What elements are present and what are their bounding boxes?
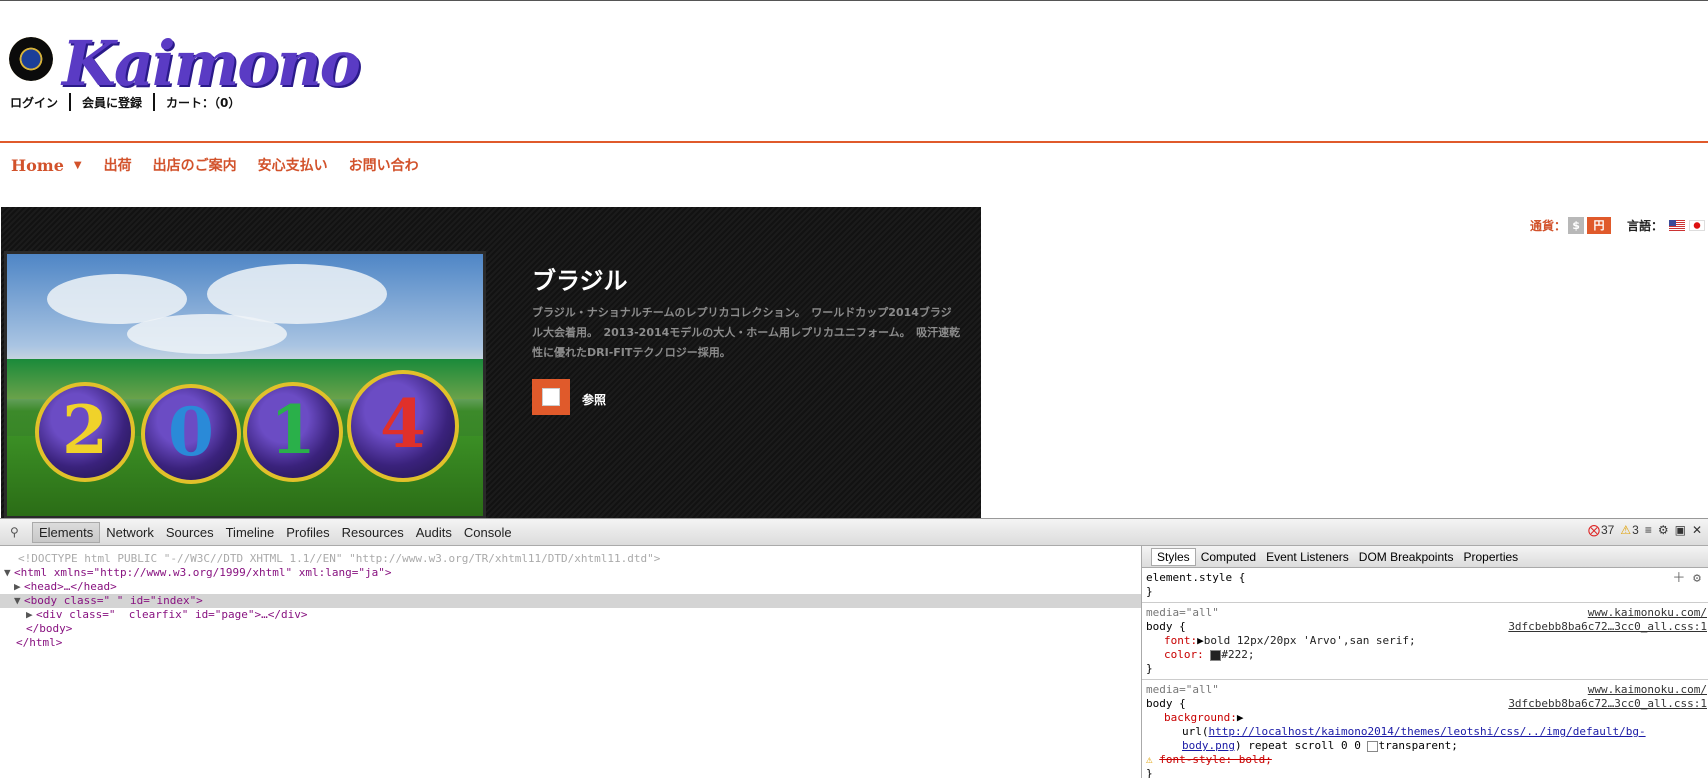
currency-dollar-button[interactable]: $ <box>1568 217 1585 234</box>
ball-4: 4 <box>347 370 459 482</box>
inter-logo-icon[interactable] <box>9 37 53 81</box>
browse-label[interactable]: 参照 <box>582 391 606 408</box>
rule-body-background[interactable]: media="all" www.kaimonoku.com/ body {3dfc… <box>1142 680 1708 778</box>
top-links: ログイン 会員に登録 カート：（0） <box>10 93 251 111</box>
dom-line-html-close[interactable]: </html> <box>0 636 1141 650</box>
nav-item-contact[interactable]: お問い合わ <box>349 155 419 175</box>
chevron-down-icon[interactable]: ▼ <box>74 160 82 171</box>
devtools-toolbar: ⚲ Elements Network Sources Timeline Prof… <box>0 519 1708 546</box>
tab-properties[interactable]: Properties <box>1458 549 1523 565</box>
language-selector: 言語： <box>1627 217 1706 234</box>
dock-icon[interactable]: ▣ <box>1675 523 1686 537</box>
dom-line-html[interactable]: ▼ <html xmlns="http://www.w3.org/1999/xht… <box>0 566 1141 580</box>
us-flag-icon[interactable] <box>1669 220 1686 231</box>
rule-body-font[interactable]: media="all" www.kaimonoku.com/ body {3dfc… <box>1142 603 1708 680</box>
japan-flag-icon[interactable] <box>1689 220 1706 231</box>
site-logo[interactable]: Kaimono <box>62 27 361 100</box>
currency-yen-button[interactable]: 円 <box>1587 217 1612 234</box>
rule-element-style[interactable]: ＋ ⚙ element.style { } <box>1142 568 1708 603</box>
banner-title: ブラジル <box>532 267 628 295</box>
banner-description: ブラジル・ナショナルチームのレプリカコレクション。 ワールドカップ2014ブラジ… <box>532 306 961 359</box>
source-link[interactable]: www.kaimonoku.com/ <box>1588 606 1707 620</box>
tab-profiles[interactable]: Profiles <box>280 523 335 542</box>
browse-button[interactable] <box>532 379 570 415</box>
source-file-link[interactable]: 3dfcbebb8ba6c72…3cc0_all.css:1 <box>1508 697 1707 711</box>
nav-item-secure-payment[interactable]: 安心支払い <box>258 155 328 175</box>
language-label: 言語： <box>1627 219 1664 233</box>
header-rule <box>0 141 1708 143</box>
cart-link[interactable]: カート：（0） <box>155 94 251 111</box>
close-icon[interactable]: ✕ <box>1692 523 1702 537</box>
gear-icon[interactable]: ⚙ <box>1658 523 1669 537</box>
login-link[interactable]: ログイン <box>10 94 69 111</box>
styles-tabs: Styles Computed Event Listeners DOM Brea… <box>1142 546 1708 568</box>
warning-icon: ⚠ <box>1146 753 1153 766</box>
tab-sources[interactable]: Sources <box>160 523 220 542</box>
ball-2: 2 <box>35 382 135 482</box>
error-icon[interactable]: ⨂ <box>1588 523 1600 537</box>
add-rule-icon[interactable]: ＋ ⚙ <box>1672 572 1701 586</box>
tab-resources[interactable]: Resources <box>336 523 410 542</box>
source-link[interactable]: www.kaimonoku.com/ <box>1588 683 1707 697</box>
search-icon[interactable]: ⚲ <box>10 525 24 539</box>
dom-line-body-close[interactable]: </body> <box>0 622 1141 636</box>
dom-line-head[interactable]: ▶ <head>…</head> <box>0 580 1141 594</box>
main-nav: Home ▼ 出荷 出店のご案内 安心支払い お問い合わ <box>11 155 440 175</box>
hero-banner: 2 0 1 4 ブラジル ブラジル・ナショナルチームのレプリカコレクション。 ワ… <box>1 207 981 519</box>
nav-item-store-guide[interactable]: 出店のご案内 <box>153 155 237 175</box>
tab-audits[interactable]: Audits <box>410 523 458 542</box>
error-count[interactable]: 37 <box>1601 523 1614 537</box>
dom-line-div-page[interactable]: ▶ <div class=" clearfix" id="page">…</div… <box>0 608 1141 622</box>
broken-image-icon <box>542 388 560 406</box>
register-link[interactable]: 会員に登録 <box>71 94 153 111</box>
tab-computed[interactable]: Computed <box>1196 549 1261 565</box>
devtools-panel: ⚲ Elements Network Sources Timeline Prof… <box>0 518 1708 778</box>
tab-timeline[interactable]: Timeline <box>220 523 281 542</box>
dom-tree: <!DOCTYPE html PUBLIC "-//W3C//DTD XHTML… <box>0 546 1141 778</box>
source-file-link[interactable]: 3dfcbebb8ba6c72…3cc0_all.css:1 <box>1508 620 1707 634</box>
dom-line-doctype[interactable]: <!DOCTYPE html PUBLIC "-//W3C//DTD XHTML… <box>0 552 1141 566</box>
tab-event-listeners[interactable]: Event Listeners <box>1261 549 1354 565</box>
webpage: Kaimono ログイン 会員に登録 カート：（0） Home ▼ 出荷 出店の… <box>0 0 1708 519</box>
tab-console[interactable]: Console <box>458 523 518 542</box>
devtools-status: ⨂ 37 ⚠ 3 ≡ ⚙ ▣ ✕ <box>1582 523 1702 537</box>
color-swatch[interactable] <box>1210 649 1222 661</box>
warning-count[interactable]: 3 <box>1632 523 1639 537</box>
tab-styles[interactable]: Styles <box>1151 547 1196 566</box>
ball-1: 1 <box>243 382 343 482</box>
tab-dom-breakpoints[interactable]: DOM Breakpoints <box>1354 549 1459 565</box>
ball-0: 0 <box>141 384 241 484</box>
nav-item-home[interactable]: Home <box>11 156 64 175</box>
console-drawer-icon[interactable]: ≡ <box>1645 523 1652 537</box>
warning-icon[interactable]: ⚠ <box>1620 523 1631 537</box>
currency-selector: 通貨： $ 円 <box>1530 217 1612 234</box>
tab-network[interactable]: Network <box>100 523 160 542</box>
nav-item-shipping[interactable]: 出荷 <box>104 155 132 175</box>
styles-pane: Styles Computed Event Listeners DOM Brea… <box>1141 546 1708 778</box>
currency-label: 通貨： <box>1530 219 1567 233</box>
tab-elements[interactable]: Elements <box>32 521 101 543</box>
dom-line-body[interactable]: ▼ <body class=" " id="index"> <box>0 594 1141 608</box>
banner-image[interactable]: 2 0 1 4 <box>4 251 486 519</box>
